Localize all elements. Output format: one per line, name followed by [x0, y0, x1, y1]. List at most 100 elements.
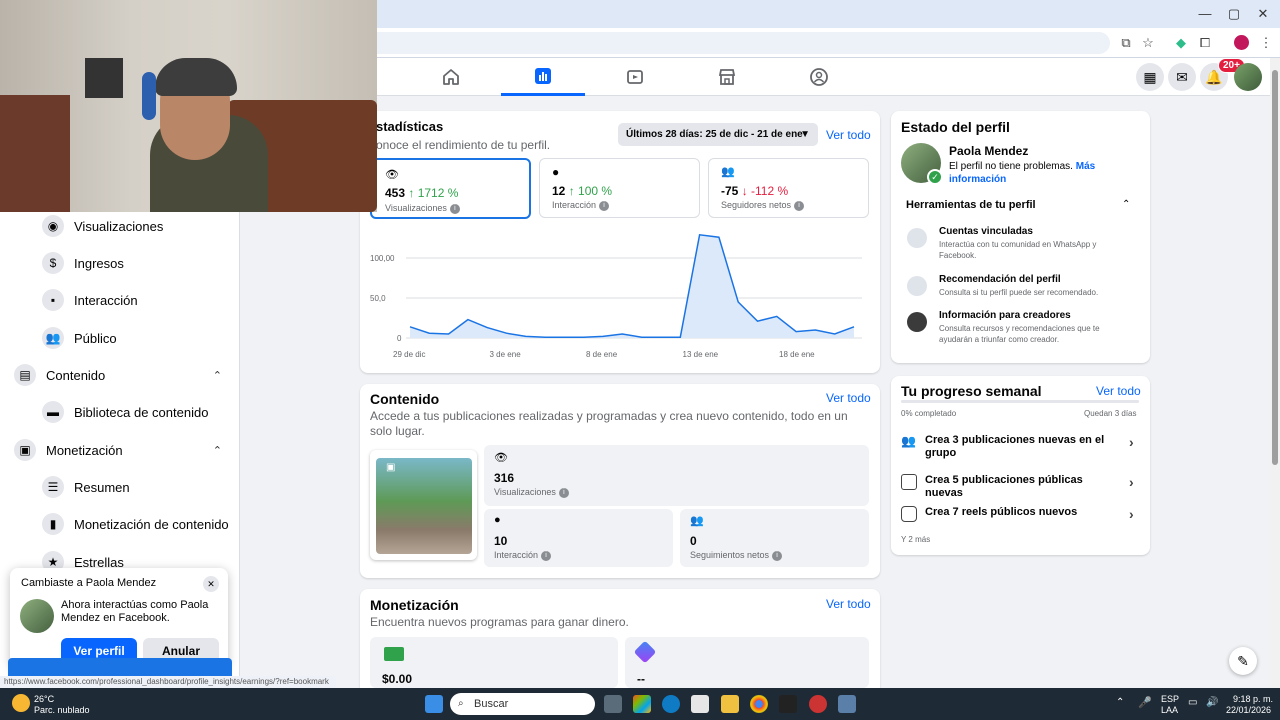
tab-home[interactable] — [409, 58, 493, 96]
compose-icon[interactable]: ✎ — [1229, 647, 1257, 675]
microphone-icon[interactable]: 🎤 — [1138, 696, 1152, 709]
tool-info-creadores[interactable]: Información para creadores Consulta recu… — [907, 310, 1137, 346]
tab-marketplace[interactable] — [685, 58, 769, 96]
tool-cuentas-vinculadas[interactable]: Cuentas vinculadas Interactúa con tu com… — [907, 226, 1137, 260]
task-item[interactable]: Crea 5 publicaciones públicas nuevas › — [901, 474, 1141, 499]
menu-kebab-icon[interactable]: ⋮ — [1257, 35, 1275, 51]
sidebar-item-label: Visualizaciones — [74, 218, 164, 234]
volume-icon[interactable]: 🔊 — [1206, 697, 1218, 708]
clock-time[interactable]: 9:18 p. m. — [1233, 694, 1273, 704]
capcut-icon[interactable] — [779, 695, 797, 713]
extensions-icon[interactable]: ⧠ — [1196, 35, 1214, 51]
taskbar-search-input[interactable]: Buscar — [450, 693, 595, 715]
tab-video[interactable] — [593, 58, 677, 96]
sidebar-item-monetizacion-contenido[interactable]: ▮ Monetización de contenido — [0, 506, 240, 542]
menu-grid-icon[interactable]: ▦ — [1136, 63, 1164, 91]
sidebar-item-ingresos[interactable]: $ Ingresos — [0, 245, 240, 281]
weekly-see-all-link[interactable]: Ver todo — [1096, 384, 1141, 398]
tab-dashboard[interactable] — [501, 58, 585, 96]
browser-profile-icon[interactable] — [1234, 35, 1249, 50]
tool-title: Recomendación del perfil — [939, 274, 1061, 285]
sidebar-item-label: Público — [74, 330, 117, 346]
eye-icon: 👁 — [385, 169, 399, 181]
sidebar-item-interaccion[interactable]: ▪ Interacción — [0, 282, 240, 318]
metric-value: 12 ↑ 100 % — [552, 184, 613, 198]
graduation-cap-icon — [907, 312, 927, 332]
network-icon[interactable]: ▭ — [1188, 697, 1197, 708]
game-icon[interactable] — [691, 695, 709, 713]
chat-icon: ▪ — [42, 289, 64, 311]
link-icon — [907, 228, 927, 248]
clock-date[interactable]: 22/01/2026 — [1226, 705, 1271, 715]
calculator-icon[interactable] — [838, 695, 856, 713]
sidebar-item-visualizaciones[interactable]: ◉ Visualizaciones — [0, 208, 240, 244]
tab-groups[interactable] — [777, 58, 861, 96]
task-label: Crea 7 reels públicos nuevos — [925, 506, 1078, 518]
webcam-chair — [0, 95, 70, 212]
cash-icon — [384, 647, 404, 661]
close-icon[interactable]: ✕ — [203, 576, 219, 592]
chevron-up-icon[interactable]: ⌃ — [213, 444, 222, 457]
stats-subtitle: onoce el rendimiento de tu perfil. — [376, 138, 551, 152]
metric-seguidores[interactable]: 👥 -75 ↓ -112 % Seguidores netos i — [708, 158, 869, 218]
metric-visualizaciones[interactable]: 👁 453 ↑ 1712 % Visualizaciones i — [370, 158, 531, 219]
eye-icon: 👁 — [494, 452, 508, 464]
sidebar-item-resumen[interactable]: ☰ Resumen — [0, 469, 240, 505]
chevron-right-icon: › — [1129, 434, 1134, 450]
maximize-icon[interactable]: ▢ — [1225, 6, 1243, 22]
account-avatar[interactable] — [1234, 63, 1262, 91]
group-icon: 👥 — [901, 434, 916, 448]
tool-recomendacion[interactable]: Recomendación del perfil Consulta si tu … — [907, 274, 1137, 304]
close-icon[interactable]: ✕ — [1254, 6, 1272, 22]
sidebar-item-label: Monetización — [46, 442, 123, 458]
y-tick-label: 0 — [397, 334, 402, 343]
chevron-up-icon[interactable]: ⌃ — [213, 369, 222, 382]
url-input[interactable] — [300, 32, 1110, 54]
weekly-more[interactable]: Y 2 más — [901, 535, 930, 544]
date-range-select[interactable]: Últimos 28 días: 25 de dic - 21 de ene ▼ — [618, 123, 818, 146]
monetization-see-all-link[interactable]: Ver todo — [826, 597, 871, 611]
toast-avatar — [20, 599, 54, 633]
sidebar-item-biblioteca[interactable]: ▬ Biblioteca de contenido — [0, 394, 240, 430]
dollar-icon: $ — [42, 252, 64, 274]
monetization-card: Monetización Ver todo Encuentra nuevos p… — [360, 589, 880, 688]
language-2[interactable]: LAA — [1161, 705, 1178, 715]
windows-start-icon[interactable] — [425, 695, 443, 713]
chrome-icon[interactable] — [750, 695, 768, 713]
sidebar-item-monetizacion[interactable]: ▣ Monetización ⌃ — [0, 432, 240, 468]
content-views-label: Visualizaciones i — [494, 487, 569, 498]
bookmark-star-icon[interactable]: ☆ — [1139, 35, 1157, 51]
chevron-up-icon[interactable]: ⌃ — [1122, 199, 1130, 210]
minimize-icon[interactable]: — — [1196, 6, 1214, 21]
sidebar-bottom-button[interactable] — [8, 658, 232, 676]
page-scrollbar-thumb[interactable] — [1272, 70, 1278, 465]
tool-title: Información para creadores — [939, 310, 1071, 321]
content-see-all-link[interactable]: Ver todo — [826, 391, 871, 405]
folder-icon[interactable] — [721, 695, 739, 713]
task-view-icon[interactable] — [604, 695, 622, 713]
x-tick-label: 29 de dic — [393, 350, 425, 359]
chevron-up-icon[interactable]: ⌃ — [1116, 697, 1124, 708]
copilot-icon[interactable] — [633, 695, 651, 713]
app-icon[interactable] — [809, 695, 827, 713]
weather-icon[interactable] — [12, 694, 30, 712]
task-item[interactable]: Crea 7 reels públicos nuevos › — [901, 506, 1141, 522]
video-icon — [627, 70, 643, 84]
extension-gem-icon[interactable]: ◆ — [1172, 35, 1190, 51]
monetization-title: Monetización — [370, 597, 459, 613]
task-item[interactable]: 👥 Crea 3 publicaciones nuevas en el grup… — [901, 434, 1141, 462]
chat-icon: ● — [552, 165, 560, 179]
profile-state-title: Estado del perfil — [901, 119, 1010, 135]
sidebar-item-contenido[interactable]: ▤ Contenido ⌃ — [0, 357, 240, 393]
edge-icon[interactable] — [662, 695, 680, 713]
metric-interaccion[interactable]: ● 12 ↑ 100 % Interacción i — [539, 158, 700, 218]
language-1[interactable]: ESP — [1161, 694, 1179, 704]
messenger-icon[interactable]: ✉ — [1168, 63, 1196, 91]
webcam-speaker — [85, 58, 123, 98]
install-icon[interactable]: ⧉ — [1117, 35, 1135, 51]
x-tick-label: 8 de ene — [586, 350, 618, 359]
list-icon: ☰ — [42, 476, 64, 498]
content-thumbnail-card[interactable]: ▣ — [370, 450, 477, 560]
stats-see-all-link[interactable]: Ver todo — [826, 128, 871, 142]
sidebar-item-publico[interactable]: 👥 Público — [0, 320, 240, 356]
